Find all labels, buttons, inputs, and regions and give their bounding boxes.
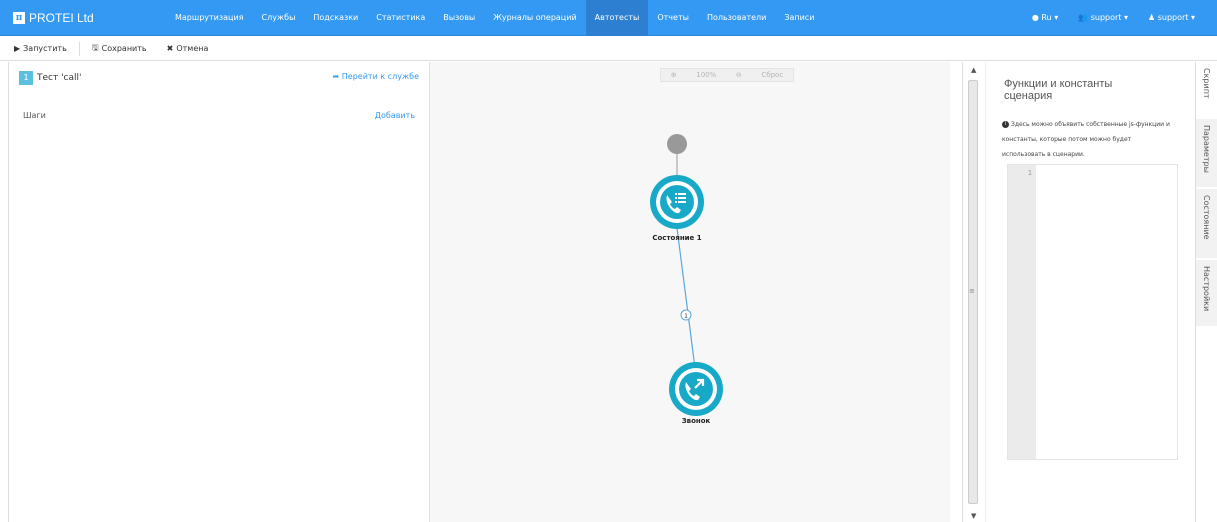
tab-parameters-label: Параметры [1202, 125, 1211, 173]
transition-edge[interactable] [676, 227, 696, 369]
editor-gutter: 1 [1008, 165, 1036, 459]
goto-service-link[interactable]: ➦ Перейти к службе [333, 72, 419, 81]
main-menu: Маршрутизация Службы Подсказки Статистик… [166, 0, 823, 36]
nav-item-routing[interactable]: Маршрутизация [166, 0, 253, 36]
tab-state-label: Состояние [1202, 195, 1211, 240]
nav-right: ● Ru ▾ 👥 support ▾ ♟ support ▾ [1022, 0, 1205, 36]
page-edge [0, 62, 8, 522]
brand-name: PROTEI Ltd [29, 11, 94, 25]
scenario-graph: 1 [650, 134, 723, 416]
test-name[interactable]: Тест 'call' [37, 73, 82, 83]
user-label: support [1157, 13, 1189, 22]
save-label: Сохранить [101, 44, 147, 53]
info-icon: i [1002, 121, 1009, 128]
script-panel: Функции и константы сценария i Здесь можн… [985, 62, 1195, 522]
cancel-button[interactable]: ✖ Отмена [167, 44, 209, 53]
grip-icon: ≡ [969, 287, 975, 295]
share-arrow-icon: ➦ [332, 72, 340, 81]
caret-down-icon: ▾ [1190, 13, 1195, 22]
run-label: Запустить [23, 44, 67, 53]
test-header: 1 Тест 'call' ➦ Перейти к службе [19, 70, 419, 86]
tab-state[interactable]: Состояние [1196, 189, 1217, 259]
user-icon: ♟ [1148, 13, 1156, 22]
nav-item-users[interactable]: Пользователи [698, 0, 775, 36]
scroll-down-arrow-icon[interactable]: ▼ [971, 512, 976, 520]
group-dropdown[interactable]: 👥 support ▾ [1068, 0, 1138, 36]
nav-item-calls[interactable]: Вызовы [434, 0, 484, 36]
nav-item-statistics[interactable]: Статистика [367, 0, 434, 36]
nav-item-hints[interactable]: Подсказки [304, 0, 367, 36]
steps-header: Шаги Добавить [23, 111, 415, 123]
test-number-badge: 1 [19, 71, 33, 85]
state-node[interactable] [650, 175, 704, 229]
info-text: Здесь можно объявить собственные js-функ… [1002, 121, 1170, 158]
globe-icon: ● [1031, 13, 1039, 22]
steps-label: Шаги [23, 111, 46, 120]
tab-script-label: Скрипт [1202, 68, 1211, 99]
close-icon: ✖ [166, 44, 174, 53]
call-node[interactable] [669, 362, 723, 416]
script-panel-title: Функции и константы сценария [1004, 78, 1113, 102]
users-icon: 👥 [1078, 13, 1089, 22]
goto-service-label: Перейти к службе [341, 72, 419, 81]
toolbar-divider [78, 41, 80, 56]
caret-down-icon: ▾ [1123, 13, 1128, 22]
side-tabs: Скрипт Параметры Состояние Настройки [1195, 62, 1217, 522]
scroll-up-arrow-icon[interactable]: ▲ [971, 66, 976, 74]
tab-parameters[interactable]: Параметры [1196, 119, 1217, 188]
language-dropdown[interactable]: ● Ru ▾ [1022, 0, 1068, 36]
nav-item-records[interactable]: Записи [775, 0, 823, 36]
protei-logo-icon: π [13, 12, 25, 24]
panel-splitter[interactable]: ▲ ≡ ▼ [962, 62, 984, 522]
top-navbar: π PROTEI Ltd Маршрутизация Службы Подска… [0, 0, 1217, 36]
group-label: support [1090, 13, 1122, 22]
user-dropdown[interactable]: ♟ support ▾ [1138, 0, 1205, 36]
save-button[interactable]: 🖫 Сохранить [92, 42, 147, 56]
tab-script[interactable]: Скрипт [1196, 62, 1217, 118]
state-node-label: Состояние 1 [652, 234, 702, 242]
script-panel-info: i Здесь можно объявить собственные js-фун… [1002, 117, 1174, 162]
nav-item-autotests[interactable]: Автотесты [585, 0, 649, 36]
line-number: 1 [1027, 169, 1032, 177]
nav-item-operation-logs[interactable]: Журналы операций [484, 0, 585, 36]
code-editor[interactable]: 1 [1007, 164, 1178, 460]
nav-item-services[interactable]: Службы [253, 0, 305, 36]
caret-down-icon: ▾ [1054, 13, 1059, 22]
brand[interactable]: π PROTEI Ltd [13, 9, 94, 27]
cancel-label: Отмена [176, 44, 209, 53]
tab-settings-label: Настройки [1202, 266, 1211, 312]
nav-item-reports[interactable]: Отчеты [648, 0, 698, 36]
edge-label-badge[interactable]: 1 [680, 309, 692, 321]
scenario-canvas[interactable]: ⊕ 100% ⊖ Сброс 1 Состояние 1 Звонок [430, 62, 950, 522]
play-icon: ▶ [14, 44, 21, 53]
start-node[interactable] [667, 134, 687, 154]
add-step-link[interactable]: Добавить [375, 111, 415, 120]
language-label: Ru [1041, 13, 1052, 22]
run-button[interactable]: ▶ Запустить [14, 44, 67, 53]
floppy-icon: 🖫 [91, 42, 99, 52]
call-node-label: Звонок [681, 417, 711, 425]
test-panel: 1 Тест 'call' ➦ Перейти к службе Шаги До… [8, 62, 430, 522]
edge-label: 1 [684, 313, 688, 320]
tab-settings[interactable]: Настройки [1196, 260, 1217, 327]
toolbar: ▶ Запустить 🖫 Сохранить ✖ Отмена [0, 37, 1217, 61]
